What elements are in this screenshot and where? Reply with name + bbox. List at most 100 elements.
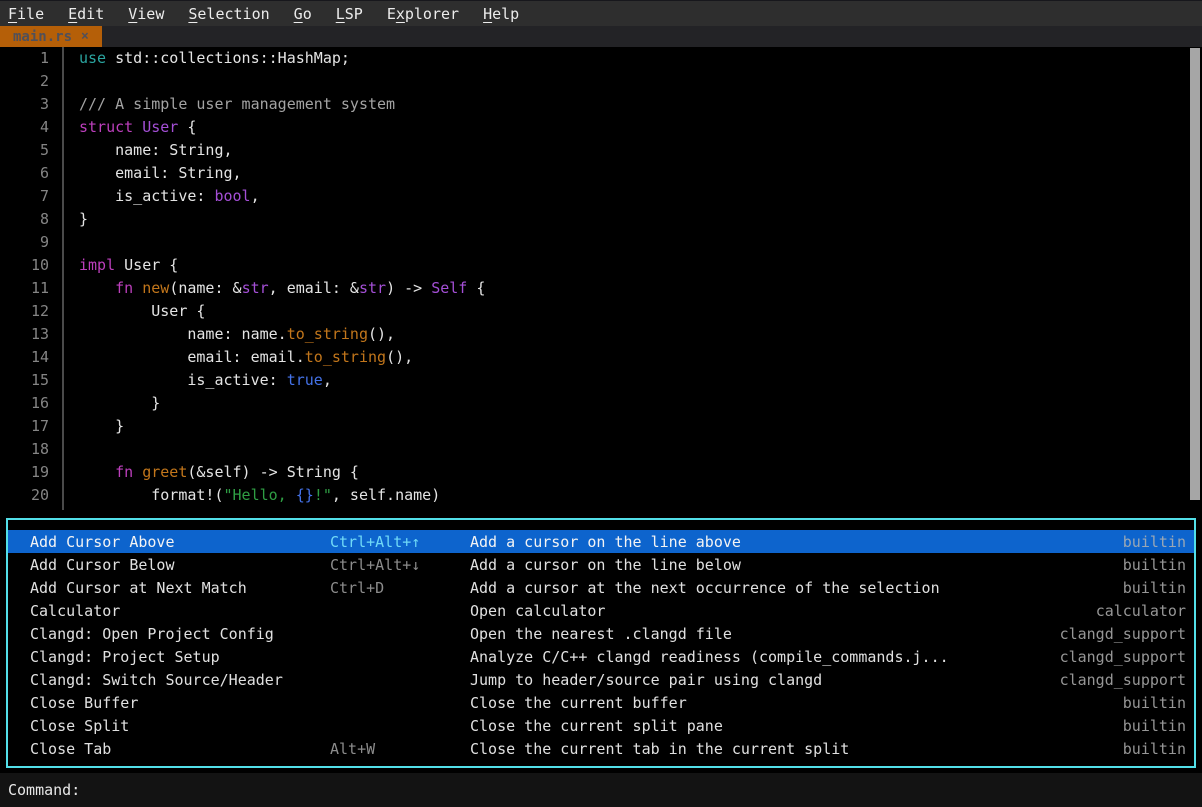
line-number: 19 [0, 461, 49, 484]
command-name: Close Split [8, 717, 330, 735]
menu-mnemonic: E [68, 5, 77, 23]
code-token: !" [314, 486, 332, 504]
command-source: clangd_support [1010, 648, 1194, 666]
code-token: str [242, 279, 269, 297]
code-token: is_active: [79, 371, 287, 389]
code-line[interactable]: } [79, 392, 485, 415]
code-token: true [287, 371, 323, 389]
command-description: Open the nearest .clangd file [470, 625, 1010, 643]
command-description: Add a cursor at the next occurrence of t… [470, 579, 1010, 597]
menu-mnemonic: L [336, 5, 345, 23]
code-line[interactable]: name: String, [79, 139, 485, 162]
code-line[interactable]: struct User { [79, 116, 485, 139]
command-palette: Add Cursor AboveCtrl+Alt+↑Add a cursor o… [6, 518, 1196, 768]
code-line[interactable]: /// A simple user management system [79, 93, 485, 116]
code-token [133, 279, 142, 297]
palette-row[interactable]: Add Cursor at Next MatchCtrl+DAdd a curs… [8, 576, 1194, 599]
palette-row[interactable]: Close BufferClose the current bufferbuil… [8, 691, 1194, 714]
menu-item-edit[interactable]: Edit [68, 5, 104, 23]
line-number: 16 [0, 392, 49, 415]
code-token: , [323, 371, 332, 389]
code-token: to_string [305, 348, 386, 366]
code-token: name: name. [79, 325, 287, 343]
code-line[interactable]: fn greet(&self) -> String { [79, 461, 485, 484]
tab-main-rs[interactable]: main.rs × [0, 26, 102, 47]
palette-row[interactable]: Clangd: Open Project ConfigOpen the near… [8, 622, 1194, 645]
palette-row[interactable]: Clangd: Project SetupAnalyze C/C++ clang… [8, 645, 1194, 668]
code-token: use [79, 49, 106, 67]
code-token: struct [79, 118, 133, 136]
code-token: /// A simple user management system [79, 95, 395, 113]
menu-mnemonic: F [8, 5, 17, 23]
command-source: builtin [1010, 533, 1194, 551]
palette-row[interactable]: Clangd: Switch Source/HeaderJump to head… [8, 668, 1194, 691]
line-number: 4 [0, 116, 49, 139]
palette-row[interactable]: Add Cursor BelowCtrl+Alt+↓Add a cursor o… [8, 553, 1194, 576]
code-line[interactable]: User { [79, 300, 485, 323]
palette-row[interactable]: Close SplitClose the current split paneb… [8, 714, 1194, 737]
code-line[interactable] [79, 231, 485, 254]
code-line[interactable]: } [79, 415, 485, 438]
command-name: Close Buffer [8, 694, 330, 712]
code-line[interactable] [79, 70, 485, 93]
code-token [79, 463, 115, 481]
palette-row[interactable]: Close TabAlt+WClose the current tab in t… [8, 737, 1194, 760]
menu-item-lsp[interactable]: LSP [336, 5, 363, 23]
code-line[interactable]: email: email.to_string(), [79, 346, 485, 369]
code-editor[interactable]: 1234567891011121314151617181920 use std:… [0, 47, 1202, 510]
menu-item-file[interactable]: File [8, 5, 44, 23]
line-number: 3 [0, 93, 49, 116]
code-token: , email: & [269, 279, 359, 297]
code-token: std::collections::HashMap; [106, 49, 350, 67]
command-source: clangd_support [1010, 625, 1194, 643]
code-token: } [79, 417, 124, 435]
palette-row-selected[interactable]: Add Cursor AboveCtrl+Alt+↑Add a cursor o… [8, 530, 1194, 553]
palette-list: Add Cursor AboveCtrl+Alt+↑Add a cursor o… [8, 530, 1194, 760]
code-line[interactable]: name: name.to_string(), [79, 323, 485, 346]
palette-row[interactable]: CalculatorOpen calculatorcalculator [8, 599, 1194, 622]
code-token: impl [79, 256, 115, 274]
menu-item-view[interactable]: View [128, 5, 164, 23]
line-number: 9 [0, 231, 49, 254]
code-line[interactable]: email: String, [79, 162, 485, 185]
code-line[interactable] [79, 438, 485, 461]
line-number: 2 [0, 70, 49, 93]
command-name: Calculator [8, 602, 330, 620]
command-source: builtin [1010, 556, 1194, 574]
code-token: str [359, 279, 386, 297]
line-number: 6 [0, 162, 49, 185]
code-token: format!( [79, 486, 224, 504]
menu-item-go[interactable]: Go [294, 5, 312, 23]
code-token: User { [115, 256, 178, 274]
code-token [133, 118, 142, 136]
line-number: 11 [0, 277, 49, 300]
code-token: (name: & [169, 279, 241, 297]
menu-item-explorer[interactable]: Explorer [387, 5, 459, 23]
code-token: email: String, [79, 164, 242, 182]
menu-item-help[interactable]: Help [483, 5, 519, 23]
scrollbar[interactable] [1190, 48, 1200, 500]
command-name: Close Tab [8, 740, 330, 758]
code-line[interactable]: is_active: bool, [79, 185, 485, 208]
command-name: Add Cursor Above [8, 533, 330, 551]
code-token: User { [79, 302, 205, 320]
command-description: Jump to header/source pair using clangd [470, 671, 1010, 689]
code-lines[interactable]: use std::collections::HashMap;/// A simp… [64, 47, 485, 510]
command-source: calculator [1010, 602, 1194, 620]
code-line[interactable]: } [79, 208, 485, 231]
line-number: 13 [0, 323, 49, 346]
menu-item-selection[interactable]: Selection [188, 5, 269, 23]
code-line[interactable]: use std::collections::HashMap; [79, 47, 485, 70]
close-icon[interactable]: × [81, 29, 89, 44]
code-line[interactable]: fn new(name: &str, email: &str) -> Self … [79, 277, 485, 300]
code-line[interactable]: format!("Hello, {}!", self.name) [79, 484, 485, 507]
code-token: new [142, 279, 169, 297]
command-description: Add a cursor on the line above [470, 533, 1010, 551]
code-line[interactable]: impl User { [79, 254, 485, 277]
code-line[interactable]: is_active: true, [79, 369, 485, 392]
command-input[interactable]: Command: [8, 781, 80, 799]
line-number: 18 [0, 438, 49, 461]
line-number: 12 [0, 300, 49, 323]
code-token: , self.name) [332, 486, 440, 504]
command-shortcut: Ctrl+Alt+↓ [330, 556, 470, 574]
